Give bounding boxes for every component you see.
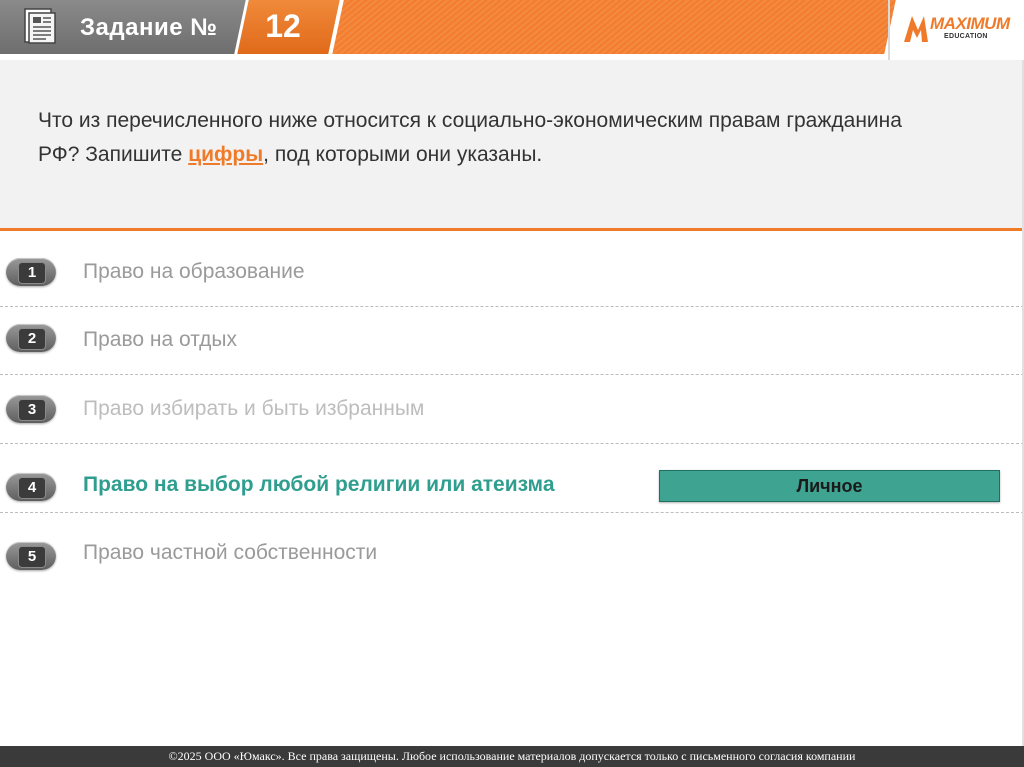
option-label: Право на выбор любой религии или атеизма: [83, 473, 555, 496]
option-5[interactable]: 5 Право частной собственности: [0, 512, 1024, 580]
option-number-badge: 1: [6, 258, 56, 286]
option-3[interactable]: 3 Право избирать и быть избранным: [0, 375, 1024, 444]
maximum-logo: MAXIMUM EDUCATION: [902, 8, 1017, 54]
question-part-2: , под которыми они указаны.: [263, 143, 543, 166]
option-number-badge: 3: [6, 395, 56, 423]
header-title-block: Задание №: [0, 0, 266, 54]
option-number: 1: [18, 262, 46, 284]
logo-mark-icon: [904, 16, 928, 42]
header-orange-band: [328, 0, 896, 54]
option-1[interactable]: 1 Право на образование: [0, 238, 1024, 307]
option-number-badge: 4: [6, 473, 56, 501]
question-highlight: цифры: [188, 143, 264, 166]
option-number: 4: [18, 477, 46, 499]
task-number: 12: [265, 8, 301, 44]
option-label: Право на образование: [83, 260, 305, 283]
option-number-badge: 5: [6, 542, 56, 570]
option-number-badge: 2: [6, 324, 56, 352]
logo-brand: MAXIMUM: [930, 14, 1010, 33]
header-bar: Задание № 12 MAXIMUM EDUCATION: [0, 0, 1024, 60]
copyright-footer: ©2025 ООО «Юмакс». Все права защищены. Л…: [0, 746, 1024, 767]
question-text: Что из перечисленного ниже относится к с…: [38, 104, 938, 172]
task-title: Задание №: [80, 14, 218, 41]
option-2[interactable]: 2 Право на отдых: [0, 306, 1024, 375]
answer-category-box: Личное: [659, 470, 1000, 502]
question-panel: Что из перечисленного ниже относится к с…: [0, 60, 1024, 231]
option-number: 2: [18, 328, 46, 350]
option-label: Право на отдых: [83, 328, 237, 351]
option-number: 5: [18, 546, 46, 568]
document-icon: [24, 8, 56, 44]
logo-sub: EDUCATION: [944, 33, 988, 40]
option-label: Право избирать и быть избранным: [83, 397, 425, 420]
option-label: Право частной собственности: [83, 541, 378, 564]
header-divider: [888, 0, 890, 60]
option-number: 3: [18, 399, 46, 421]
